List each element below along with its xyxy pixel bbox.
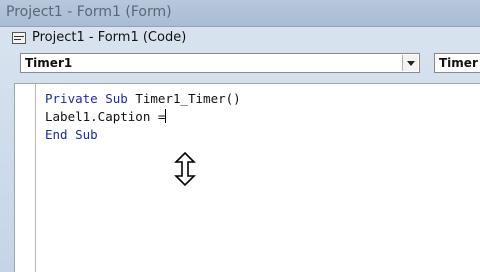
- code-window: Project1 - Form1 (Code) Timer1 Timer Pri…: [0, 26, 480, 272]
- code-toolbar: Timer1 Timer: [0, 51, 480, 77]
- object-combobox-value: Timer1: [25, 56, 73, 70]
- code-window-titlebar[interactable]: Project1 - Form1 (Code): [0, 27, 480, 49]
- code-line-2: Label1.Caption =: [45, 109, 166, 124]
- background-window-title: Project1 - Form1 (Form): [6, 4, 172, 20]
- keyword: Sub: [75, 127, 98, 142]
- code-editor[interactable]: Private Sub Timer1_Timer() Label1.Captio…: [14, 83, 480, 272]
- keyword: Sub: [105, 91, 128, 106]
- object-combobox[interactable]: Timer1: [20, 53, 420, 73]
- chevron-down-icon[interactable]: [402, 55, 418, 71]
- keyword: End: [45, 127, 68, 142]
- procedure-combobox-value: Timer: [439, 56, 478, 70]
- code-window-icon: [12, 32, 26, 44]
- resize-vertical-cursor-icon: [174, 152, 196, 186]
- code-text[interactable]: Private Sub Timer1_Timer() Label1.Captio…: [45, 90, 241, 144]
- text-caret: [165, 109, 167, 123]
- background-form-window: Project1 - Form1 (Form): [0, 0, 480, 26]
- editor-gutter[interactable]: [15, 84, 36, 272]
- keyword: Private: [45, 91, 98, 106]
- code-window-title: Project1 - Form1 (Code): [32, 30, 187, 45]
- procedure-name: Timer1_Timer(): [127, 91, 241, 106]
- procedure-combobox[interactable]: Timer: [434, 53, 480, 73]
